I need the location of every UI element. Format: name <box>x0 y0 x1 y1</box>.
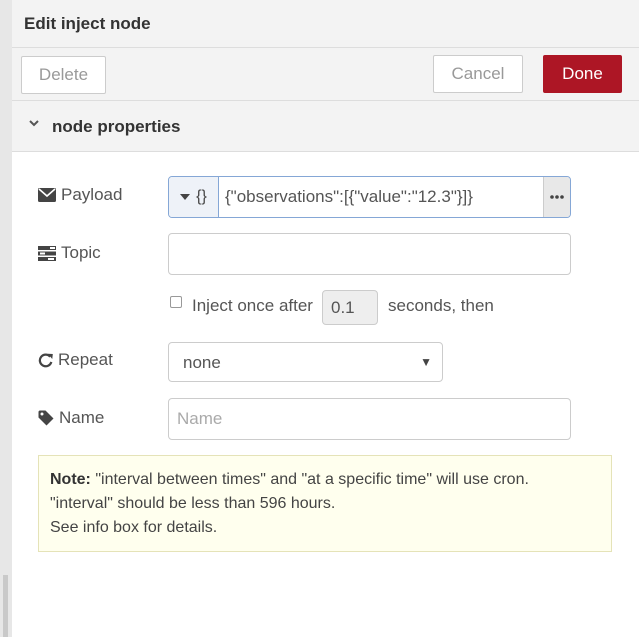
payload-label: Payload <box>38 185 122 205</box>
topic-label-text: Topic <box>61 243 101 262</box>
repeat-label: Repeat <box>38 350 113 370</box>
caret-down-icon <box>180 194 191 200</box>
note-line-1: "interval between times" and "at a speci… <box>95 471 529 488</box>
tasks-icon <box>38 245 56 261</box>
cancel-button[interactable]: Cancel <box>433 55 523 93</box>
inject-once-checkbox[interactable] <box>170 296 182 308</box>
payload-input[interactable]: {} {"observations":[{"value":"12.3"}]} <box>168 176 571 218</box>
repeat-value: none <box>183 353 221 372</box>
payload-type-label: {} <box>196 188 207 205</box>
tray-title: Edit inject node <box>24 14 151 33</box>
payload-type-select[interactable]: {} <box>169 177 219 217</box>
tray-toolbar: Delete Cancel Done <box>12 48 639 101</box>
name-input[interactable] <box>177 409 557 429</box>
delete-button[interactable]: Delete <box>21 56 106 94</box>
tag-icon <box>38 410 54 426</box>
expand-editor-button[interactable] <box>543 177 570 217</box>
ellipsis-icon <box>550 195 564 199</box>
repeat-icon <box>38 353 53 367</box>
topic-input[interactable] <box>168 233 571 275</box>
select-caret-icon: ▼ <box>420 355 432 369</box>
note-line-3: See info box for details. <box>50 519 218 536</box>
edit-tray: Edit inject node Delete Cancel Done node… <box>12 0 639 637</box>
repeat-label-text: Repeat <box>58 350 113 369</box>
name-field[interactable] <box>168 398 571 440</box>
payload-label-text: Payload <box>61 185 123 204</box>
node-properties-header[interactable]: node properties <box>12 101 639 152</box>
note-line-2: "interval" should be less than 596 hours… <box>50 495 336 512</box>
tray-header: Edit inject node <box>12 0 639 48</box>
name-label-text: Name <box>59 408 105 427</box>
payload-value[interactable]: {"observations":[{"value":"12.3"}]} <box>225 187 473 207</box>
topic-label: Topic <box>38 243 101 263</box>
name-label: Name <box>38 408 104 428</box>
seconds-then-label: seconds, then <box>388 296 494 315</box>
inject-delay-input[interactable]: 0.1 <box>322 290 378 325</box>
section-title: node properties <box>52 117 181 136</box>
chevron-down-icon <box>29 120 39 127</box>
note-bold: Note: <box>50 471 91 488</box>
scrollbar-thumb[interactable] <box>3 575 8 637</box>
inject-once-label: Inject once after <box>192 296 313 315</box>
envelope-icon <box>38 188 56 202</box>
done-button[interactable]: Done <box>543 55 622 93</box>
repeat-select[interactable]: none ▼ <box>168 342 443 382</box>
info-note: Note: "interval between times" and "at a… <box>38 455 612 552</box>
